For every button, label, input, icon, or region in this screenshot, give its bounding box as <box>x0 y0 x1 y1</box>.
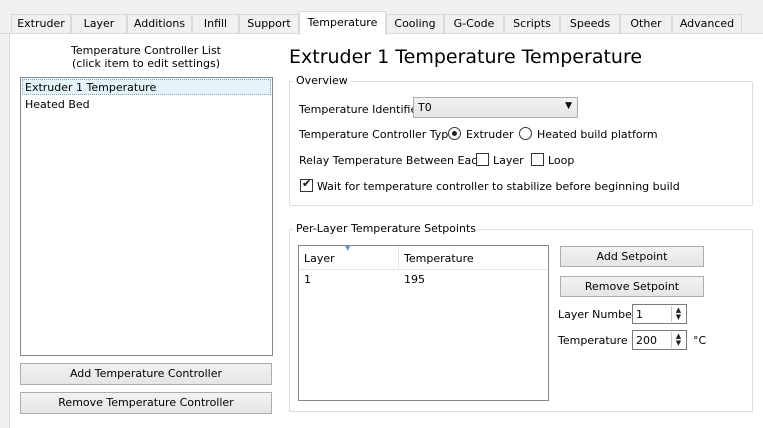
stepper-buttons: ▲ ▼ <box>671 306 685 322</box>
temperature-stepper[interactable]: 200 ▲ ▼ <box>632 330 687 350</box>
tab-temperature[interactable]: Temperature <box>299 11 386 35</box>
table-cell-layer[interactable]: 1 <box>304 273 311 286</box>
relay-layer-label: Layer <box>493 154 524 167</box>
add-temperature-controller-button[interactable]: Add Temperature Controller <box>20 363 272 385</box>
temperature-label: Temperature <box>558 334 628 347</box>
radio-heated-platform-label: Heated build platform <box>537 128 658 141</box>
controller-list[interactable]: Extruder 1 Temperature Heated Bed <box>20 77 273 356</box>
chevron-down-icon: ▼ <box>565 101 572 111</box>
table-cell-temperature[interactable]: 195 <box>404 273 425 286</box>
radio-selected-dot <box>452 131 457 136</box>
table-header: Layer ▼ Temperature <box>299 244 548 270</box>
controller-list-title-line2: (click item to edit settings) <box>71 57 221 70</box>
radio-heated-platform[interactable] <box>519 127 532 140</box>
list-item[interactable]: Extruder 1 Temperature <box>25 81 156 94</box>
controller-list-title: Temperature Controller List (click item … <box>20 44 272 70</box>
stepper-down-icon[interactable]: ▼ <box>672 313 685 322</box>
tab-additions[interactable]: Additions <box>127 14 192 34</box>
add-setpoint-button[interactable]: Add Setpoint <box>560 246 704 267</box>
temperature-value: 200 <box>636 334 657 347</box>
column-header-temperature[interactable]: Temperature <box>404 252 474 265</box>
radio-extruder-label: Extruder <box>466 128 514 141</box>
sort-indicator-icon: ▼ <box>345 244 351 252</box>
relay-loop-label: Loop <box>548 154 575 167</box>
relay-layer-checkbox[interactable] <box>476 153 489 166</box>
tab-advanced[interactable]: Advanced <box>672 14 742 34</box>
radio-extruder[interactable] <box>448 127 461 140</box>
wait-stabilize-label: Wait for temperature controller to stabi… <box>317 180 680 193</box>
tab-other[interactable]: Other <box>620 14 672 34</box>
identifier-label: Temperature Identifier <box>299 103 422 116</box>
tab-layer[interactable]: Layer <box>71 14 127 34</box>
remove-setpoint-button[interactable]: Remove Setpoint <box>560 276 704 297</box>
layer-number-value: 1 <box>636 308 643 321</box>
overview-group-title: Overview <box>293 74 351 87</box>
list-item[interactable]: Heated Bed <box>25 98 90 111</box>
stepper-buttons: ▲ ▼ <box>671 332 685 348</box>
temperature-unit: °C <box>693 334 707 347</box>
tab-gcode[interactable]: G-Code <box>444 14 504 34</box>
stepper-down-icon[interactable]: ▼ <box>672 339 685 348</box>
page-title: Extruder 1 Temperature Temperature <box>289 46 643 68</box>
tab-scripts[interactable]: Scripts <box>504 14 560 34</box>
tab-cooling[interactable]: Cooling <box>386 14 444 34</box>
identifier-value: T0 <box>418 101 432 114</box>
wait-stabilize-checkbox[interactable]: ✔ <box>300 177 313 192</box>
tab-infill[interactable]: Infill <box>192 14 239 34</box>
tab-bar: Extruder Layer Additions Infill Support … <box>0 0 763 35</box>
relay-loop-checkbox[interactable] <box>531 153 544 166</box>
tab-extruder[interactable]: Extruder <box>11 14 71 34</box>
remove-temperature-controller-button[interactable]: Remove Temperature Controller <box>20 392 272 414</box>
identifier-dropdown[interactable]: T0 ▼ <box>413 97 578 118</box>
layer-number-stepper[interactable]: 1 ▲ ▼ <box>632 304 687 324</box>
column-header-layer[interactable]: Layer <box>304 252 335 265</box>
setpoints-table[interactable]: Layer ▼ Temperature 1 195 <box>298 244 549 401</box>
controller-list-title-line1: Temperature Controller List <box>70 44 221 57</box>
setpoints-group-title: Per-Layer Temperature Setpoints <box>293 222 479 235</box>
relay-label: Relay Temperature Between Each: <box>299 154 488 167</box>
layer-number-label: Layer Number <box>558 308 637 321</box>
checkmark-icon: ✔ <box>302 177 312 190</box>
controller-type-label: Temperature Controller Type: <box>299 128 459 141</box>
tab-speeds[interactable]: Speeds <box>560 14 620 34</box>
column-divider <box>398 246 399 269</box>
tab-support[interactable]: Support <box>239 14 299 34</box>
